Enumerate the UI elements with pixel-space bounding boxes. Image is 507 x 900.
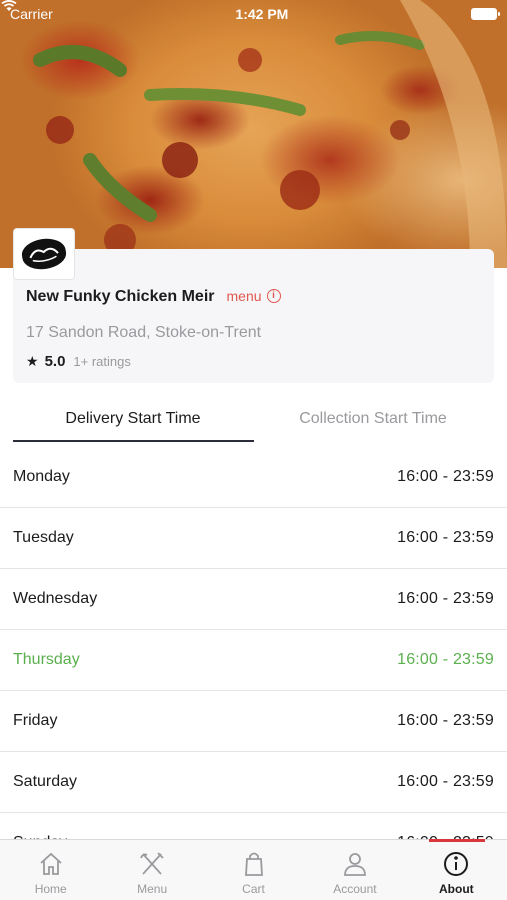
rating-count: 1+ ratings	[73, 354, 131, 369]
tabbar-label: About	[439, 882, 474, 896]
battery-icon	[470, 8, 500, 20]
info-icon	[444, 852, 469, 876]
restaurant-about-screen: Carrier 1:42 PM New Funky Chicken Meir m…	[0, 0, 507, 900]
info-circle-icon: i	[266, 289, 281, 303]
wifi-icon	[1, 0, 17, 11]
tabbar-label: Menu	[137, 882, 168, 896]
status-time: 1:42 PM	[235, 6, 289, 22]
hours-value: 16:00 - 23:59	[397, 468, 494, 485]
tabbar-item-about[interactable]: About	[406, 839, 507, 900]
day-label: Friday	[13, 712, 58, 729]
day-label: Thursday	[13, 651, 80, 668]
status-bar: Carrier 1:42 PM	[0, 0, 507, 28]
hours-value: 16:00 - 23:59	[397, 651, 494, 668]
active-tab-indicator	[428, 839, 485, 842]
tab-collection-start-time[interactable]: Collection Start Time	[253, 404, 493, 442]
day-label: Saturday	[13, 773, 78, 790]
day-label: Wednesday	[13, 590, 98, 607]
star-icon: ★	[26, 353, 39, 369]
restaurant-logo	[13, 228, 75, 280]
schedule-row-friday: Friday 16:00 - 23:59	[0, 691, 507, 752]
opening-hours-list: Monday 16:00 - 23:59 Tuesday 16:00 - 23:…	[0, 447, 507, 874]
hero-pizza-image: Carrier 1:42 PM	[0, 0, 507, 268]
fork-knife-icon	[140, 852, 164, 875]
restaurant-name: New Funky Chicken Meir	[26, 288, 215, 305]
bottom-tab-bar: Home Menu Cart Account About	[0, 839, 507, 900]
tabbar-label: Cart	[242, 882, 265, 896]
tabbar-item-home[interactable]: Home	[0, 840, 101, 900]
hours-value: 16:00 - 23:59	[397, 529, 494, 546]
time-tabs: Delivery Start Time Collection Start Tim…	[13, 404, 494, 442]
shopping-bag-icon	[244, 852, 263, 876]
menu-info-link[interactable]: menu i	[227, 288, 281, 304]
schedule-row-saturday: Saturday 16:00 - 23:59	[0, 752, 507, 813]
restaurant-address: 17 Sandon Road, Stoke-on-Trent	[26, 324, 262, 341]
schedule-row-thursday: Thursday 16:00 - 23:59	[0, 630, 507, 691]
schedule-row-tuesday: Tuesday 16:00 - 23:59	[0, 508, 507, 569]
day-label: Monday	[13, 468, 70, 485]
tabbar-item-account[interactable]: Account	[304, 840, 405, 900]
menu-link-label: menu	[226, 288, 262, 304]
tabbar-item-cart[interactable]: Cart	[203, 840, 304, 900]
tabbar-label: Account	[333, 882, 377, 896]
day-label: Tuesday	[13, 529, 74, 546]
rating-row: ★ 5.0 1+ ratings	[26, 353, 131, 370]
home-icon	[40, 852, 62, 875]
hours-value: 16:00 - 23:59	[397, 773, 494, 790]
funky-chicken-logo-icon	[20, 236, 68, 272]
hours-value: 16:00 - 23:59	[397, 590, 494, 607]
schedule-row-monday: Monday 16:00 - 23:59	[0, 447, 507, 508]
rating-value: 5.0	[44, 353, 66, 370]
hours-value: 16:00 - 23:59	[397, 712, 494, 729]
tab-delivery-start-time[interactable]: Delivery Start Time	[13, 404, 254, 442]
schedule-row-wednesday: Wednesday 16:00 - 23:59	[0, 569, 507, 630]
tabbar-item-menu[interactable]: Menu	[101, 840, 202, 900]
restaurant-title-row: New Funky Chicken Meir menu i	[26, 288, 281, 306]
tabbar-label: Home	[34, 882, 67, 896]
user-icon	[344, 853, 366, 876]
